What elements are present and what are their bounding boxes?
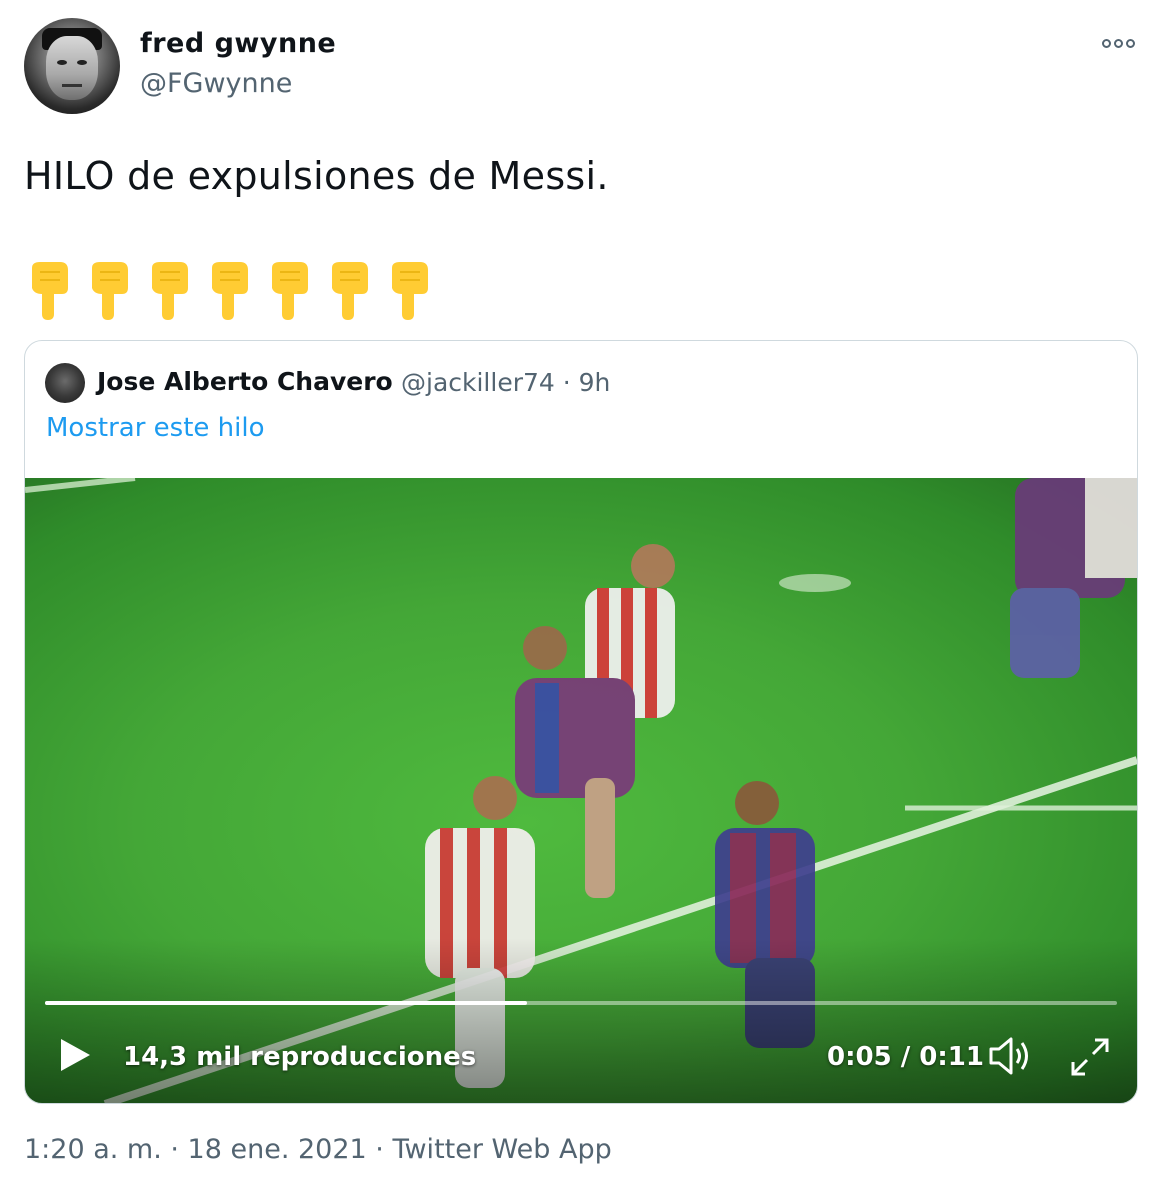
video-progress-fill — [45, 1001, 528, 1005]
quoted-tweet[interactable]: Jose Alberto Chavero @jackiller74 · 9h M… — [24, 340, 1138, 1104]
quoted-author-meta[interactable]: @jackiller74 · 9h — [401, 368, 610, 397]
video-controls: 14,3 mil reproducciones 0:05 / 0:11 — [25, 1026, 1137, 1086]
video-frame — [25, 478, 1137, 1103]
video-progress-track[interactable] — [45, 1001, 1117, 1005]
avatar-mouth — [62, 84, 82, 87]
play-icon[interactable] — [59, 1038, 91, 1072]
video-player[interactable]: 14,3 mil reproducciones 0:05 / 0:11 — [25, 478, 1137, 1103]
pointing-down-emoji — [386, 262, 432, 320]
pointing-down-emoji — [206, 262, 252, 320]
tweet: fred gwynne @FGwynne HILO de expulsiones… — [0, 0, 1159, 1200]
author-handle[interactable]: @FGwynne — [140, 68, 292, 99]
quoted-author-avatar[interactable] — [45, 363, 85, 403]
quoted-author-name[interactable]: Jose Alberto Chavero — [97, 367, 393, 396]
tweet-timestamp[interactable]: 1:20 a. m. · 18 ene. 2021 · Twitter Web … — [24, 1134, 612, 1165]
pointing-down-emoji — [26, 262, 72, 320]
author-display-name[interactable]: fred gwynne — [140, 28, 336, 59]
author-avatar[interactable] — [24, 18, 120, 114]
fullscreen-icon[interactable] — [1069, 1036, 1111, 1078]
volume-icon[interactable] — [987, 1034, 1037, 1078]
emoji-row — [26, 262, 432, 320]
avatar-eye-left — [57, 60, 67, 65]
tweet-text: HILO de expulsiones de Messi. — [24, 154, 609, 198]
video-time: 0:05 / 0:11 — [827, 1042, 984, 1072]
avatar-eye-right — [77, 60, 87, 65]
more-dot — [1114, 38, 1123, 48]
more-dot — [1126, 38, 1135, 48]
pointing-down-emoji — [326, 262, 372, 320]
more-dot — [1102, 38, 1111, 48]
video-view-count: 14,3 mil reproducciones — [123, 1042, 477, 1072]
more-options-icon[interactable] — [1102, 36, 1138, 50]
pointing-down-emoji — [86, 262, 132, 320]
show-thread-link[interactable]: Mostrar este hilo — [46, 413, 265, 443]
avatar-face — [46, 36, 98, 100]
pointing-down-emoji — [266, 262, 312, 320]
pointing-down-emoji — [146, 262, 192, 320]
